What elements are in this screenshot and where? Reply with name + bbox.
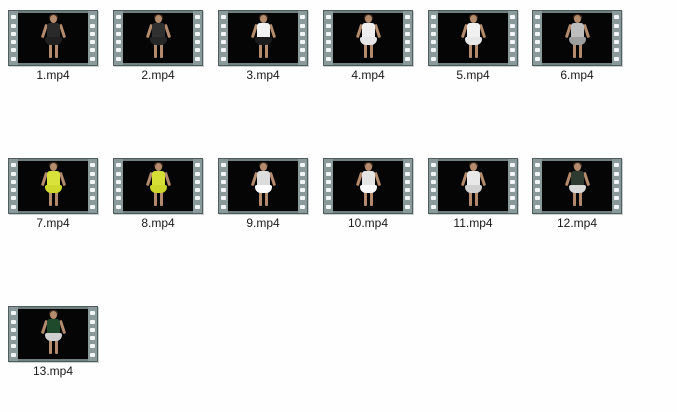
film-perforation bbox=[612, 159, 621, 213]
film-perforation bbox=[298, 159, 307, 213]
film-perforation bbox=[219, 11, 228, 65]
video-thumbnail bbox=[123, 13, 193, 63]
file-item[interactable]: 8.mp4 bbox=[109, 148, 209, 238]
film-perforation bbox=[193, 11, 202, 65]
video-thumbnail bbox=[333, 161, 403, 211]
film-perforation bbox=[403, 159, 412, 213]
video-file-icon bbox=[8, 158, 98, 214]
dancer-figure bbox=[40, 310, 67, 355]
file-item[interactable]: 10.mp4 bbox=[319, 148, 419, 238]
file-name-label: 2.mp4 bbox=[141, 68, 175, 82]
file-name-label: 7.mp4 bbox=[36, 216, 70, 230]
video-file-icon bbox=[8, 10, 98, 66]
file-name-label: 5.mp4 bbox=[456, 68, 490, 82]
video-file-icon bbox=[113, 10, 203, 66]
video-thumbnail bbox=[228, 13, 298, 63]
film-perforation bbox=[612, 11, 621, 65]
video-file-icon bbox=[218, 158, 308, 214]
file-list-view: 1.mp4 2.mp4 3.mp4 4.mp4 5.mp4 6.mp4 7.mp4 8.mp4… bbox=[0, 0, 677, 412]
film-perforation bbox=[193, 159, 202, 213]
film-perforation bbox=[88, 159, 97, 213]
file-item[interactable]: 13.mp4 bbox=[4, 296, 104, 386]
file-item[interactable]: 6.mp4 bbox=[528, 0, 628, 90]
file-item[interactable]: 4.mp4 bbox=[319, 0, 419, 90]
dancer-figure bbox=[145, 14, 172, 59]
video-file-icon bbox=[428, 10, 518, 66]
file-item[interactable]: 1.mp4 bbox=[4, 0, 104, 90]
dancer-figure bbox=[250, 162, 277, 207]
dancer-figure bbox=[250, 14, 277, 59]
dancer-figure bbox=[145, 162, 172, 207]
video-thumbnail bbox=[18, 13, 88, 63]
video-thumbnail bbox=[542, 13, 612, 63]
video-file-icon bbox=[323, 158, 413, 214]
dancer-figure bbox=[564, 162, 591, 207]
file-name-label: 1.mp4 bbox=[36, 68, 70, 82]
film-perforation bbox=[9, 159, 18, 213]
film-perforation bbox=[508, 159, 517, 213]
file-item[interactable]: 7.mp4 bbox=[4, 148, 104, 238]
video-file-icon bbox=[8, 306, 98, 362]
file-name-label: 4.mp4 bbox=[351, 68, 385, 82]
film-perforation bbox=[298, 11, 307, 65]
film-perforation bbox=[114, 159, 123, 213]
video-file-icon bbox=[218, 10, 308, 66]
file-item[interactable]: 5.mp4 bbox=[424, 0, 524, 90]
dancer-figure bbox=[355, 162, 382, 207]
film-perforation bbox=[9, 11, 18, 65]
file-name-label: 8.mp4 bbox=[141, 216, 175, 230]
film-perforation bbox=[324, 11, 333, 65]
video-file-icon bbox=[113, 158, 203, 214]
file-item[interactable]: 2.mp4 bbox=[109, 0, 209, 90]
video-thumbnail bbox=[333, 13, 403, 63]
film-perforation bbox=[533, 11, 542, 65]
dancer-figure bbox=[564, 14, 591, 59]
film-perforation bbox=[508, 11, 517, 65]
file-item[interactable]: 3.mp4 bbox=[214, 0, 314, 90]
file-name-label: 10.mp4 bbox=[347, 216, 389, 230]
file-name-label: 12.mp4 bbox=[556, 216, 598, 230]
film-perforation bbox=[88, 307, 97, 361]
video-file-icon bbox=[428, 158, 518, 214]
film-perforation bbox=[9, 307, 18, 361]
video-thumbnail bbox=[438, 161, 508, 211]
video-thumbnail bbox=[18, 161, 88, 211]
file-name-label: 13.mp4 bbox=[32, 364, 74, 378]
film-perforation bbox=[403, 11, 412, 65]
dancer-figure bbox=[40, 162, 67, 207]
dancer-figure bbox=[40, 14, 67, 59]
file-name-label: 11.mp4 bbox=[453, 216, 493, 230]
film-perforation bbox=[88, 11, 97, 65]
film-perforation bbox=[533, 159, 542, 213]
file-item[interactable]: 11.mp4 bbox=[424, 148, 524, 238]
dancer-figure bbox=[460, 162, 487, 207]
video-thumbnail bbox=[18, 309, 88, 359]
file-item[interactable]: 9.mp4 bbox=[214, 148, 314, 238]
film-perforation bbox=[219, 159, 228, 213]
file-name-label: 3.mp4 bbox=[246, 68, 280, 82]
dancer-figure bbox=[460, 14, 487, 59]
video-thumbnail bbox=[438, 13, 508, 63]
film-perforation bbox=[429, 159, 438, 213]
film-perforation bbox=[114, 11, 123, 65]
film-perforation bbox=[324, 159, 333, 213]
film-perforation bbox=[429, 11, 438, 65]
video-file-icon bbox=[323, 10, 413, 66]
video-thumbnail bbox=[123, 161, 193, 211]
video-file-icon bbox=[532, 158, 622, 214]
file-name-label: 6.mp4 bbox=[560, 68, 594, 82]
video-thumbnail bbox=[542, 161, 612, 211]
video-thumbnail bbox=[228, 161, 298, 211]
file-name-label: 9.mp4 bbox=[246, 216, 280, 230]
dancer-figure bbox=[355, 14, 382, 59]
file-item[interactable]: 12.mp4 bbox=[528, 148, 628, 238]
video-file-icon bbox=[532, 10, 622, 66]
